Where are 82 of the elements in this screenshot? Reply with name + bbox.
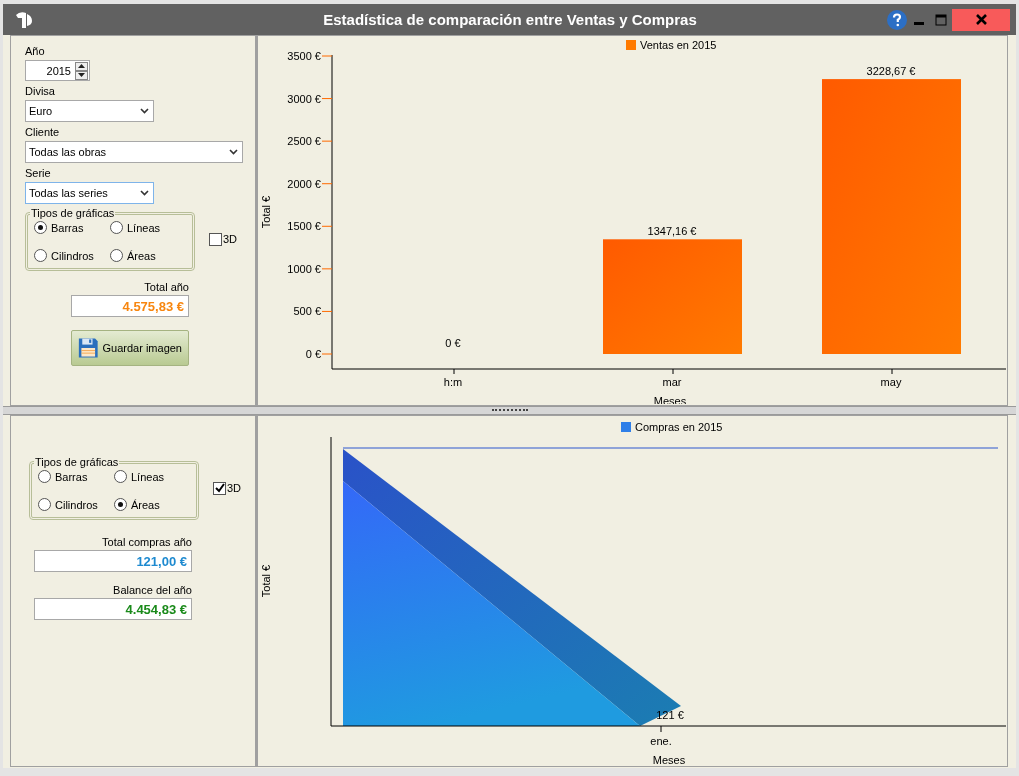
radio-option[interactable]: Cilindros <box>38 498 114 511</box>
radio-icon[interactable] <box>110 249 123 262</box>
axis-title: Total € <box>260 564 272 598</box>
checkbox-label: 3D <box>227 482 242 494</box>
axis-title: Total € <box>260 195 272 229</box>
axis-tick-label: 2000 € <box>287 177 321 190</box>
checkbox[interactable] <box>209 232 222 246</box>
total-field: 4.575,83 € <box>71 295 189 317</box>
legend-swatch <box>621 422 631 432</box>
radio-option[interactable]: Líneas <box>110 221 186 234</box>
radio-label: Áreas <box>127 249 156 262</box>
legend-swatch <box>626 40 636 50</box>
balance-field: 4.454,83 € <box>34 598 192 620</box>
radio-label: Barras <box>51 221 84 234</box>
radio-icon[interactable] <box>114 470 127 483</box>
bar-value-label: 1347,16 € <box>647 225 697 238</box>
axis-tick-label: 2500 € <box>287 135 321 148</box>
radio-label: Barras <box>55 470 88 483</box>
field-label: Divisa <box>25 85 56 98</box>
radio-icon[interactable] <box>34 221 47 234</box>
checkbox[interactable] <box>213 481 226 495</box>
radio-icon[interactable] <box>114 498 127 511</box>
checkbox-label: 3D <box>223 233 238 245</box>
save-image-button[interactable]: Guardar imagen <box>71 330 189 366</box>
radio-option[interactable]: Líneas <box>114 470 190 483</box>
axis-tick-label: 3000 € <box>287 92 321 105</box>
axis-category-label: ene. <box>650 735 672 747</box>
radio-option[interactable]: Barras <box>38 470 114 483</box>
legend-label: Ventas en 2015 <box>640 39 717 51</box>
app-logo-icon <box>14 9 34 30</box>
radio-option[interactable]: Áreas <box>114 498 190 511</box>
bar-value-label: 3228,67 € <box>866 65 916 78</box>
close-icon <box>975 14 987 25</box>
radio-icon[interactable] <box>38 498 51 511</box>
bar-value-label: 0 € <box>445 337 461 349</box>
radio-option[interactable]: Áreas <box>110 249 186 262</box>
currency-dropdown[interactable]: Euro <box>25 100 154 122</box>
axis-tick-label: 1500 € <box>287 220 321 233</box>
window-title: Estadística de comparación entre Ventas y Compras <box>322 11 698 28</box>
spin-up-icon[interactable] <box>75 61 88 71</box>
axis-category-label: may <box>880 376 902 388</box>
radio-icon[interactable] <box>110 221 123 234</box>
radio-label: Áreas <box>131 498 160 511</box>
legend-label: Compras en 2015 <box>635 421 723 433</box>
field-label: Serie <box>25 167 52 180</box>
help-icon <box>887 9 907 30</box>
axis-category-label: h:m <box>443 376 463 388</box>
axis-title: Meses <box>652 754 686 766</box>
data-value-label: 121 € <box>656 709 684 721</box>
maximize-icon <box>935 13 947 26</box>
spin-down-icon[interactable] <box>75 70 88 80</box>
radio-label: Cilindros <box>55 498 98 511</box>
client-dropdown[interactable]: Todas las obras <box>25 141 243 163</box>
field-label: Año <box>25 45 46 58</box>
axis-tick-label: 3500 € <box>287 50 321 62</box>
field-label: Cliente <box>25 126 61 139</box>
radio-option[interactable]: Barras <box>34 221 110 234</box>
group-title: Tipos de gráficas <box>30 207 116 219</box>
field-label: Total año <box>143 281 189 294</box>
minimize-icon <box>914 22 924 25</box>
radio-icon[interactable] <box>34 249 47 262</box>
radio-label: Cilindros <box>51 249 94 262</box>
splitter-handle[interactable] <box>3 406 1016 415</box>
group-title: Tipos de gráficas <box>34 456 120 468</box>
axis-tick-label: 0 € <box>305 348 321 360</box>
close-button[interactable] <box>952 8 1010 31</box>
axis-category-label: mar <box>662 376 682 388</box>
chevron-down-icon <box>140 108 149 114</box>
total-purchases-field: 121,00 € <box>34 550 192 572</box>
radio-option[interactable]: Cilindros <box>34 249 110 262</box>
chevron-down-icon <box>140 190 149 196</box>
axis-tick-label: 1000 € <box>287 262 321 275</box>
radio-label: Líneas <box>131 470 165 483</box>
chevron-down-icon <box>229 149 238 155</box>
field-label: Total compras año <box>101 536 192 549</box>
series-dropdown[interactable]: Todas las series <box>25 182 154 204</box>
radio-icon[interactable] <box>38 470 51 483</box>
help-button[interactable] <box>886 8 908 31</box>
radio-label: Líneas <box>127 221 161 234</box>
axis-tick-label: 500 € <box>293 305 321 318</box>
field-label: Balance del año <box>112 584 192 597</box>
year-spinner[interactable]: 2015 <box>25 60 90 81</box>
